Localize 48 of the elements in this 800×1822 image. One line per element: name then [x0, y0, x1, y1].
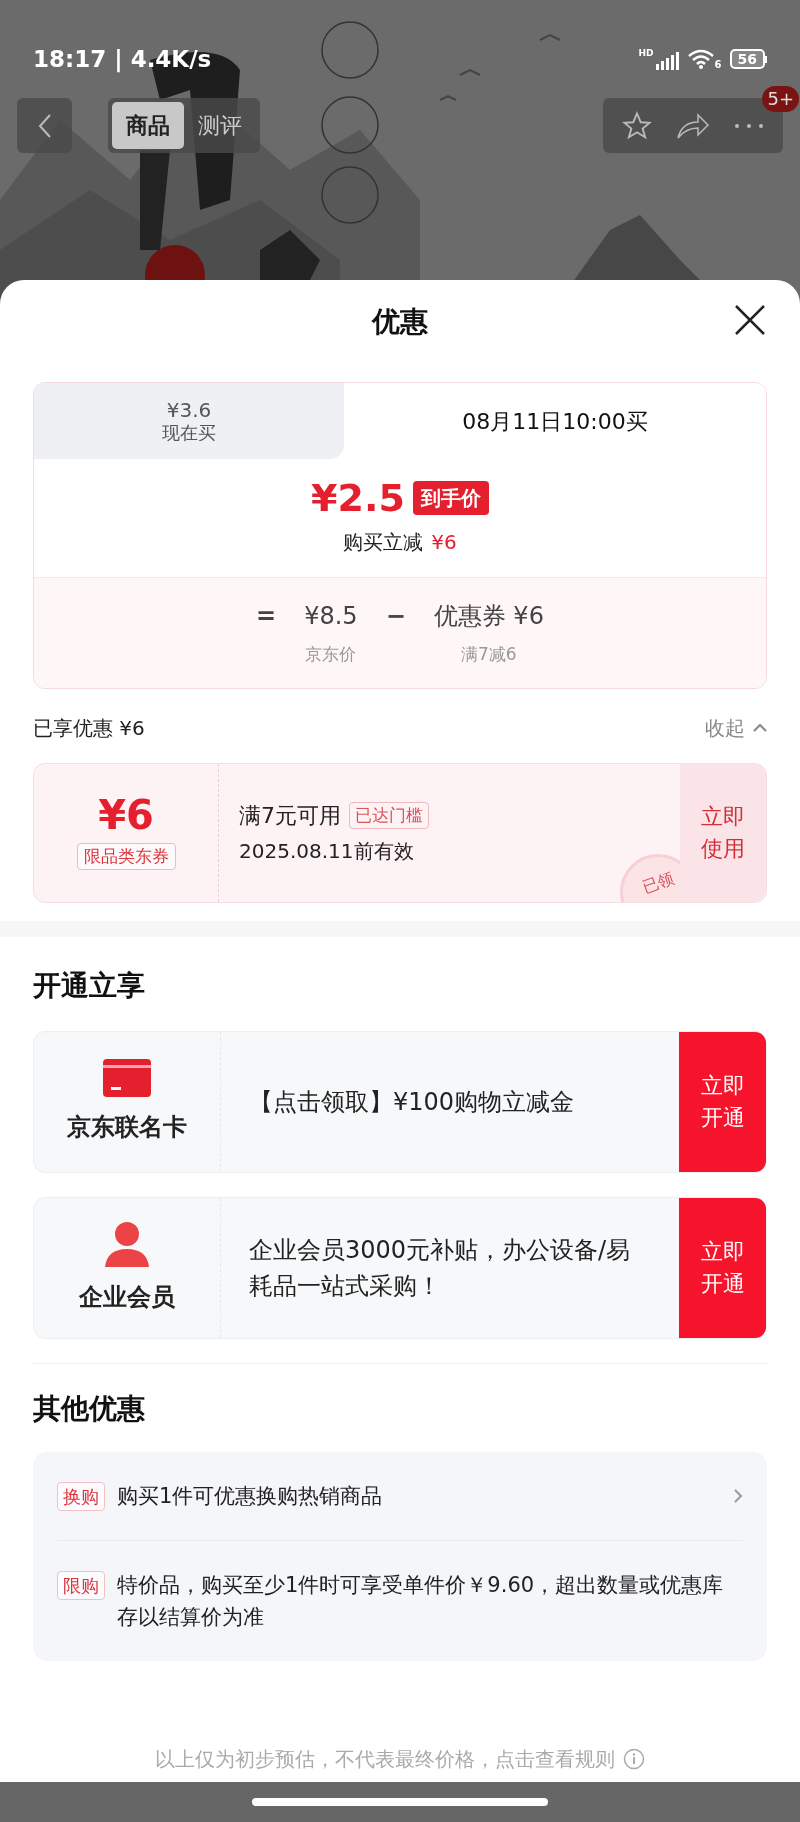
formula-caption: 京东价	[305, 643, 357, 666]
offer-text: 特价品，购买至少1件时可享受单件价￥9.60，超出数量或优惠库存以结算价为准	[117, 1571, 725, 1631]
formula-caption: 满7减6	[461, 643, 517, 666]
more-icon	[734, 122, 764, 129]
coupon-validity: 2025.08.11前有效	[239, 838, 415, 865]
offer-tag: 限购	[57, 1570, 105, 1600]
offer-name: 企业会员	[79, 1281, 175, 1313]
coupon-condition: 满7元可用	[239, 802, 341, 830]
share-icon	[676, 111, 710, 140]
sheet-title: 优惠	[372, 304, 428, 340]
info-icon[interactable]	[623, 1748, 645, 1770]
formula-operator: =	[256, 601, 277, 632]
threshold-tag: 已达门槛	[349, 801, 429, 830]
nav-tab[interactable]: 测评	[184, 102, 256, 149]
offer-description: 【点击领取】¥100购物立减金	[249, 1086, 575, 1118]
credit-card-icon	[103, 1058, 151, 1097]
section-title: 开通立享	[33, 967, 146, 1004]
activate-button[interactable]: 立即开通	[679, 1031, 766, 1172]
coupon-type-tag: 限品类东券	[76, 842, 176, 871]
activate-button[interactable]: 立即开通	[679, 1197, 766, 1338]
back-button[interactable]	[17, 98, 72, 153]
offer-name: 京东联名卡	[67, 1111, 187, 1143]
status-time: 18:17 | 4.4K/s	[33, 44, 212, 75]
final-price: ¥2.5	[311, 479, 405, 517]
offer-description: 企业会员3000元补贴，办公设备/易耗品一站式采购！	[249, 1234, 632, 1302]
use-now-button[interactable]: 立即使用	[680, 763, 766, 902]
savings-label: 购买立减	[343, 529, 424, 556]
chevron-right-icon[interactable]	[733, 1487, 743, 1504]
offer-text: 购买1件可优惠换购热销商品	[117, 1482, 384, 1510]
close-icon	[734, 304, 766, 336]
formula-value: 优惠券 ¥6	[433, 601, 544, 632]
back-icon	[37, 112, 52, 139]
offer-tag: 换购	[57, 1481, 105, 1511]
disclaimer-text: 以上仅为初步预估，不代表最终价格，点击查看规则	[155, 1746, 615, 1773]
person-icon	[103, 1220, 151, 1267]
nav-tab[interactable]: 商品	[112, 102, 184, 149]
battery-icon: 56	[729, 49, 767, 69]
formula-value: ¥8.5	[304, 601, 358, 632]
purchase-time-tab[interactable]: ¥3.6 现在买	[34, 383, 344, 459]
savings-amount: ¥6	[431, 529, 457, 556]
collapse-toggle[interactable]: 收起	[705, 712, 767, 743]
formula-operator: −	[385, 601, 406, 632]
section-title: 其他优惠	[33, 1390, 146, 1427]
final-price-label: 到手价	[412, 481, 489, 515]
applied-discount-label: 已享优惠 ¥6	[33, 714, 145, 742]
star-icon	[622, 110, 652, 141]
coupon-amount: ¥6	[98, 794, 154, 835]
notification-badge: 5+	[762, 86, 799, 112]
